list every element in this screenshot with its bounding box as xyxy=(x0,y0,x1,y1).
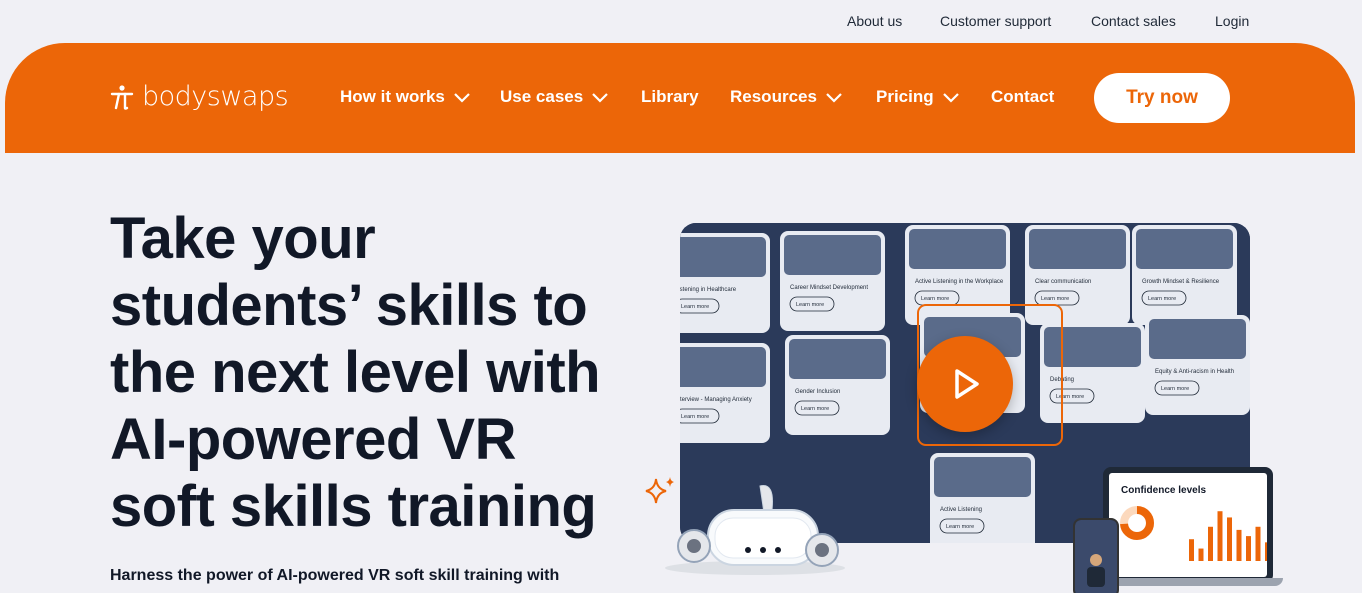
nav-label: Resources xyxy=(730,87,817,106)
chart-bar xyxy=(1227,517,1232,561)
course-card: Clear communication Learn more xyxy=(1025,225,1130,325)
hero-subtitle: Harness the power of AI-powered VR soft … xyxy=(110,567,560,584)
phone-screen xyxy=(1075,520,1117,593)
course-card: Equity & Anti-racism in Health Learn more xyxy=(1145,315,1250,415)
chevron-down-icon xyxy=(454,93,470,103)
learn-more-label: Learn more xyxy=(946,524,974,530)
chart-bar xyxy=(1246,536,1251,561)
learn-more-label: Learn more xyxy=(1148,296,1176,302)
learn-more-label: Learn more xyxy=(921,296,949,302)
course-card: Active Listening in the Workplace Learn m… xyxy=(905,225,1010,325)
course-card-title: Growth Mindset & Resilience xyxy=(1142,279,1220,285)
play-button[interactable] xyxy=(917,336,1013,432)
chart-bar xyxy=(1217,511,1223,561)
donut-chart xyxy=(1120,506,1154,540)
course-card-title: Equity & Anti-racism in Health xyxy=(1155,369,1234,375)
login-link[interactable]: Login xyxy=(1215,13,1249,29)
nav-label: Use cases xyxy=(500,87,584,106)
chart-bar xyxy=(1236,529,1242,561)
chevron-down-icon xyxy=(942,93,959,103)
laptop-screen: Confidence levels xyxy=(1109,473,1267,577)
laptop-image: Confidence levels xyxy=(1103,467,1273,583)
chart-bar xyxy=(1255,526,1261,561)
contact-sales-link[interactable]: Contact sales xyxy=(1091,13,1176,29)
course-card: Growth Mindset & Resilience Learn more xyxy=(1132,225,1237,325)
utility-bar: About us Customer support Contact sales … xyxy=(0,0,1362,43)
chart-bar xyxy=(1189,539,1194,561)
course-card: DebatingLearn more xyxy=(1040,323,1145,423)
bar-chart xyxy=(1189,511,1267,561)
main-navbar: bodyswaps How it works Use cases Library… xyxy=(5,43,1355,153)
nav-use-cases[interactable]: Use cases xyxy=(500,87,609,107)
course-card: Gender Inclusion Learn more xyxy=(785,335,890,435)
course-card-title: Clear communication xyxy=(1035,279,1091,285)
chart-bar xyxy=(1265,542,1267,561)
course-card: Active Listening Learn more xyxy=(930,453,1035,543)
about-us-link[interactable]: About us xyxy=(847,13,902,29)
try-now-button[interactable]: Try now xyxy=(1094,73,1230,123)
course-card: Career Mindset Development Learn more xyxy=(780,231,885,331)
play-icon xyxy=(955,369,979,399)
learn-more-label: Learn more xyxy=(1041,296,1069,302)
confidence-levels-title: Confidence levels xyxy=(1121,485,1207,496)
chart-bar xyxy=(1198,548,1204,561)
bodyswaps-logo-icon xyxy=(110,84,134,110)
laptop-base xyxy=(1093,578,1283,586)
phone-image xyxy=(1073,518,1119,593)
chevron-down-icon xyxy=(826,93,842,103)
logo-text: bodyswaps xyxy=(142,81,289,112)
learn-more-label: Learn more xyxy=(681,304,709,310)
vr-headset-image xyxy=(665,485,845,575)
nav-how-it-works[interactable]: How it works xyxy=(340,87,471,107)
course-card-title: Listening in Healthcare xyxy=(680,287,737,293)
chevron-down-icon xyxy=(592,93,608,103)
chart-bar xyxy=(1208,526,1213,561)
course-card: Interview - Managing Anxiety Learn more xyxy=(680,343,770,443)
hero-title: Take your students’ skills to the next l… xyxy=(110,206,601,539)
customer-support-link[interactable]: Customer support xyxy=(940,13,1051,29)
learn-more-label: Learn more xyxy=(1056,394,1084,400)
course-card-title: Active Listening xyxy=(940,507,982,513)
learn-more-label: Learn more xyxy=(681,414,709,420)
nav-label: Contact xyxy=(991,87,1055,106)
learn-more-label: Learn more xyxy=(1161,386,1189,392)
course-card-title: Career Mindset Development xyxy=(790,285,868,291)
logo[interactable]: bodyswaps xyxy=(110,81,289,112)
course-card-title: Interview - Managing Anxiety xyxy=(680,397,752,403)
nav-label: Pricing xyxy=(876,87,934,106)
learn-more-label: Learn more xyxy=(796,302,824,308)
nav-resources[interactable]: Resources xyxy=(730,87,843,107)
course-card-title: Gender Inclusion xyxy=(795,389,840,395)
course-card-title: Active Listening in the Workplace xyxy=(915,279,1004,285)
nav-label: Library xyxy=(641,87,699,106)
learn-more-label: Learn more xyxy=(801,406,829,412)
course-card: Listening in Healthcare Learn more xyxy=(680,233,770,333)
nav-library[interactable]: Library xyxy=(641,87,699,107)
nav-contact[interactable]: Contact xyxy=(991,87,1054,107)
nav-label: How it works xyxy=(340,87,445,106)
nav-pricing[interactable]: Pricing xyxy=(876,87,960,107)
